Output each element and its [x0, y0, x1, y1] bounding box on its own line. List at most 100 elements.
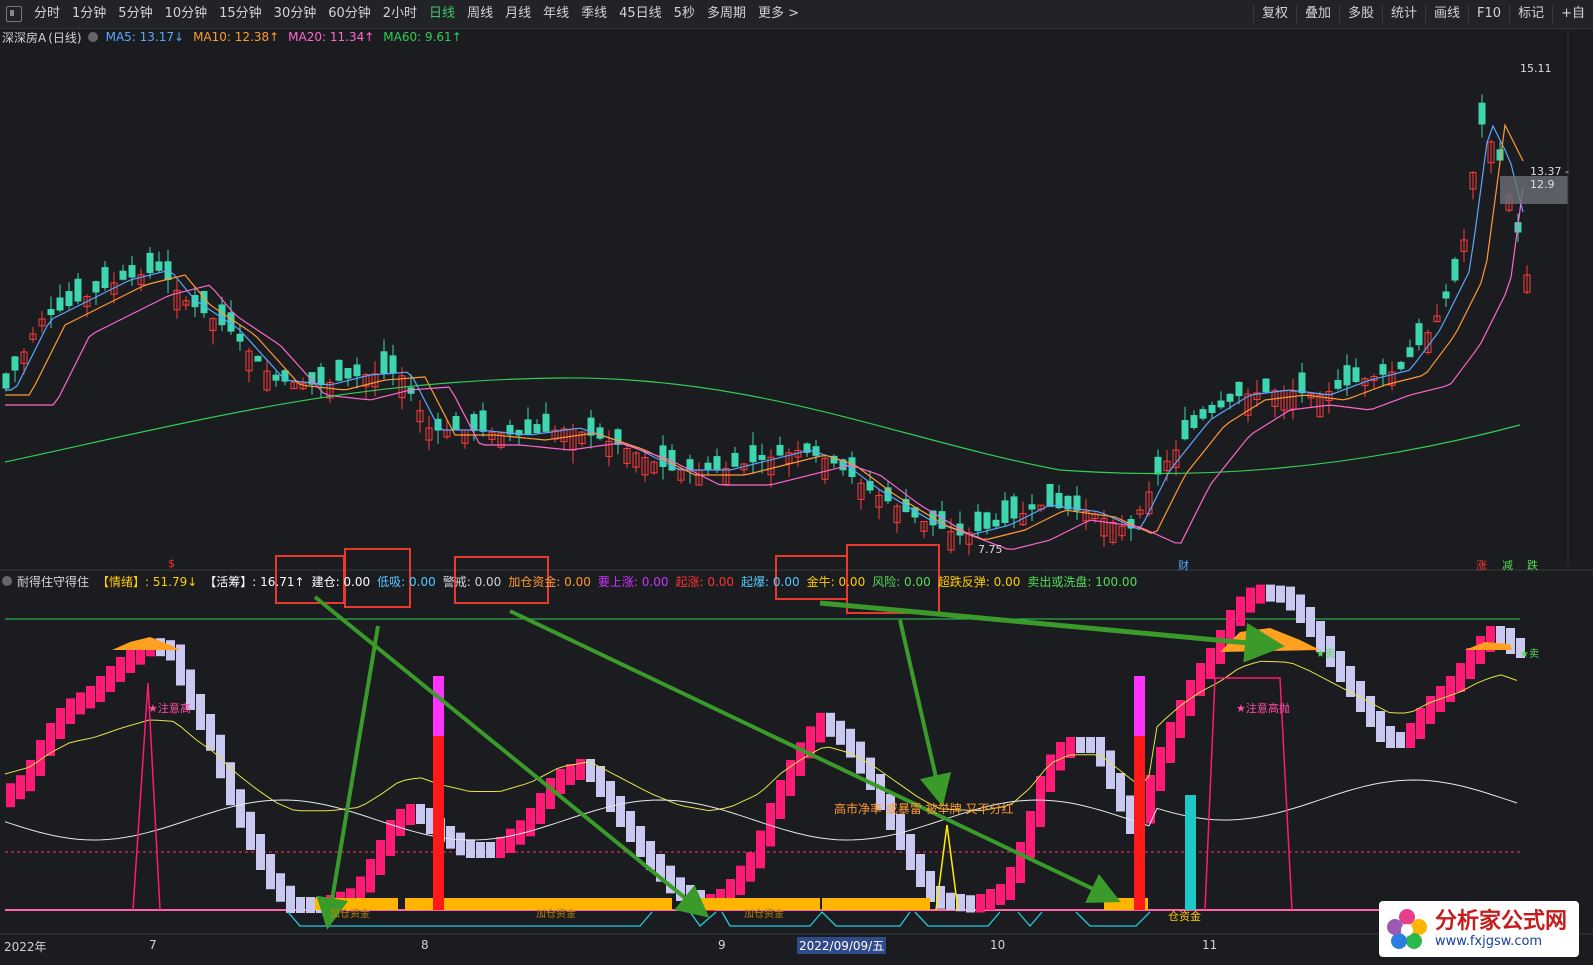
- oscillator-block: [116, 657, 125, 682]
- add-fund-label-1: 加仓资金: [330, 909, 370, 920]
- oscillator-block: [206, 714, 215, 751]
- oscillator-block: [776, 780, 785, 819]
- news-label: 高市净率 或暴雷 被举牌 又不分红: [834, 802, 1014, 816]
- oscillator-block: [476, 842, 485, 858]
- candle-body: [758, 454, 766, 461]
- candle-body: [11, 356, 19, 371]
- candle-body: [1451, 258, 1459, 281]
- candle-body: [596, 427, 604, 439]
- indicator-toggle-icon[interactable]: [2, 576, 12, 586]
- oscillator-block: [1446, 676, 1455, 702]
- spike-magenta-2: [1134, 676, 1145, 736]
- candle-body: [155, 261, 163, 271]
- candle-body: [128, 265, 136, 278]
- ma10-line: [5, 122, 1524, 540]
- candle-body: [1415, 323, 1423, 346]
- indicator-item-3: 低吸: 0.00: [377, 574, 436, 589]
- date-month-11: 11: [1202, 938, 1218, 952]
- oscillator-block: [736, 865, 745, 895]
- oscillator-block: [1376, 711, 1385, 742]
- add-fund-label-2: 加仓资金: [536, 909, 576, 920]
- oscillator-block: [1396, 732, 1405, 748]
- oscillator-block: [906, 834, 915, 870]
- oscillator-block: [1406, 723, 1415, 748]
- event-marker-cai[interactable]: 财: [1178, 557, 1189, 573]
- oscillator-block: [1046, 754, 1055, 792]
- add-fund-label-4: 仓资金: [1168, 910, 1201, 923]
- oscillator-block: [306, 897, 315, 913]
- candle-body: [1154, 456, 1162, 475]
- indicator-items: 【情绪】: 51.79↓ 【活筹】: 16.71↑ 建仓: 0.00 低吸: 0.00…: [97, 573, 1144, 590]
- indicator-item-1: 【活筹】: 16.71↑: [204, 574, 305, 589]
- candle-body: [1028, 504, 1036, 510]
- event-marker-zhang[interactable]: 涨: [1476, 557, 1487, 573]
- oscillator-block: [1296, 594, 1305, 623]
- price-range-label: 13.37 - 12.9: [1530, 165, 1569, 191]
- date-month-10: 10: [990, 938, 1006, 952]
- candle-body: [2, 373, 10, 389]
- date-axis: 2022年 7 8 9 2022/09/09/五 10 11: [0, 934, 1593, 965]
- spike-red-2: [1134, 736, 1145, 910]
- candle-body: [1397, 361, 1405, 370]
- flower-logo-icon: [1385, 907, 1429, 951]
- oscillator-block: [1426, 696, 1435, 724]
- high-alert-label-1: ★注意高: [148, 702, 191, 715]
- candle-body: [1343, 365, 1351, 386]
- add-fund-bar-3: [822, 898, 930, 910]
- candle-body: [236, 333, 244, 342]
- watermark-url: www.fxjgsw.com: [1435, 934, 1543, 949]
- candle-body: [1001, 500, 1009, 523]
- ma20-line: [5, 187, 1524, 550]
- candle-body: [659, 445, 667, 467]
- bottom-trough-line: [287, 911, 1151, 927]
- candle-body: [731, 452, 739, 467]
- oscillator-block: [176, 644, 185, 686]
- oscillator-block: [1276, 585, 1285, 603]
- oscillator-block: [1236, 596, 1245, 626]
- oscillator-block: [16, 775, 25, 800]
- candle-body: [1010, 496, 1018, 519]
- oscillator-block: [1196, 663, 1205, 696]
- oscillator-block: [1096, 737, 1105, 767]
- oscillator-block: [566, 764, 575, 785]
- oscillator-block: [946, 892, 955, 910]
- candle-body: [1217, 400, 1225, 408]
- oscillator-block: [1206, 648, 1215, 679]
- event-marker-s[interactable]: $: [168, 557, 175, 570]
- oscillator-block: [746, 852, 755, 882]
- oscillator-block: [616, 796, 625, 827]
- event-marker-die[interactable]: 跌: [1527, 557, 1538, 573]
- candle-body: [317, 366, 325, 386]
- indicator-name: 耐得住守得住: [17, 574, 90, 589]
- oscillator-block: [406, 804, 415, 825]
- candle-body: [992, 519, 1000, 527]
- oscillator-block: [266, 854, 275, 890]
- candle-body: [1046, 483, 1054, 507]
- oscillator-block: [506, 828, 515, 853]
- oscillator-block: [786, 760, 795, 796]
- candle-body: [254, 355, 262, 362]
- event-marker-jian[interactable]: 减: [1502, 557, 1513, 573]
- oscillator-block: [6, 783, 15, 808]
- oscillator-block: [366, 859, 375, 893]
- candle-body: [272, 374, 280, 381]
- indicator-item-2: 建仓: 0.00: [311, 574, 371, 589]
- oscillator-block: [1496, 626, 1505, 644]
- high-alert-label-2: ★注意高抛: [1236, 702, 1290, 715]
- oscillator-block: [1466, 648, 1475, 679]
- date-month-7: 7: [149, 938, 157, 952]
- candle-body: [776, 444, 784, 456]
- oscillator-block: [86, 686, 95, 709]
- oscillator-block: [236, 789, 245, 828]
- oscillator-block: [1306, 607, 1315, 637]
- indicator-item-11: 超跌反弹: 0.00: [937, 574, 1021, 589]
- oscillator-block: [286, 885, 295, 913]
- candle-body: [452, 416, 460, 431]
- candle-body: [344, 368, 352, 379]
- candle-body: [1478, 102, 1486, 125]
- candle-body: [1181, 420, 1189, 440]
- oscillator-block: [556, 769, 565, 794]
- date-month-8: 8: [421, 938, 429, 952]
- price-low-label: 7.75: [978, 543, 1003, 556]
- kline-chart[interactable]: [0, 0, 1593, 965]
